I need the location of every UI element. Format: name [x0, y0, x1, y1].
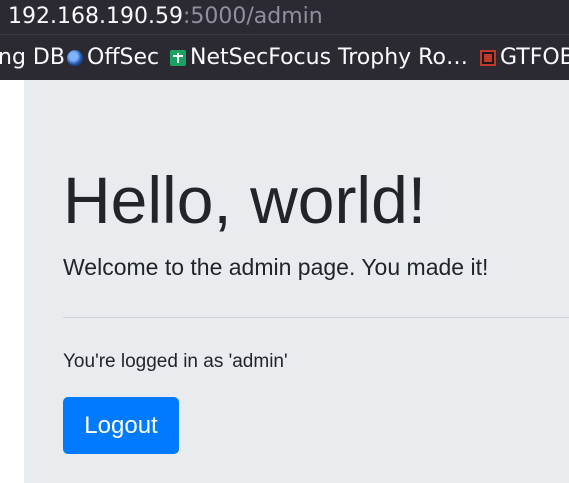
bookmarks-toolbar: ng DB OffSec NetSecFocus Trophy Ro… GTFO… — [0, 34, 569, 80]
lead-text: Welcome to the admin page. You made it! — [63, 254, 489, 280]
bookmark-item-db[interactable]: ng DB — [0, 35, 65, 80]
sheets-icon — [170, 50, 186, 66]
gtfobins-icon — [480, 50, 496, 66]
bookmark-item-offsec[interactable]: OffSec — [67, 35, 159, 80]
bookmark-item-gtfobins[interactable]: GTFOB — [480, 35, 569, 80]
divider — [63, 317, 569, 318]
bookmark-label: OffSec — [87, 45, 160, 70]
bookmark-label: GTFOB — [500, 45, 569, 70]
bookmark-label: ng DB — [0, 45, 65, 70]
login-status-text: You're logged in as 'admin' — [63, 351, 288, 372]
bookmark-item-netsecfocus[interactable]: NetSecFocus Trophy Ro… — [170, 35, 468, 80]
bookmark-label: NetSecFocus Trophy Ro… — [190, 45, 468, 70]
offsec-icon — [67, 50, 83, 66]
page-title: Hello, world! — [63, 163, 427, 237]
url-host: 192.168.190.59 — [8, 4, 183, 29]
url-path: :5000/admin — [182, 4, 323, 29]
jumbotron: Hello, world! Welcome to the admin page.… — [24, 80, 569, 483]
address-bar[interactable]: 192.168.190.59:5000/admin — [0, 0, 569, 34]
logout-button[interactable]: Logout — [63, 397, 179, 454]
